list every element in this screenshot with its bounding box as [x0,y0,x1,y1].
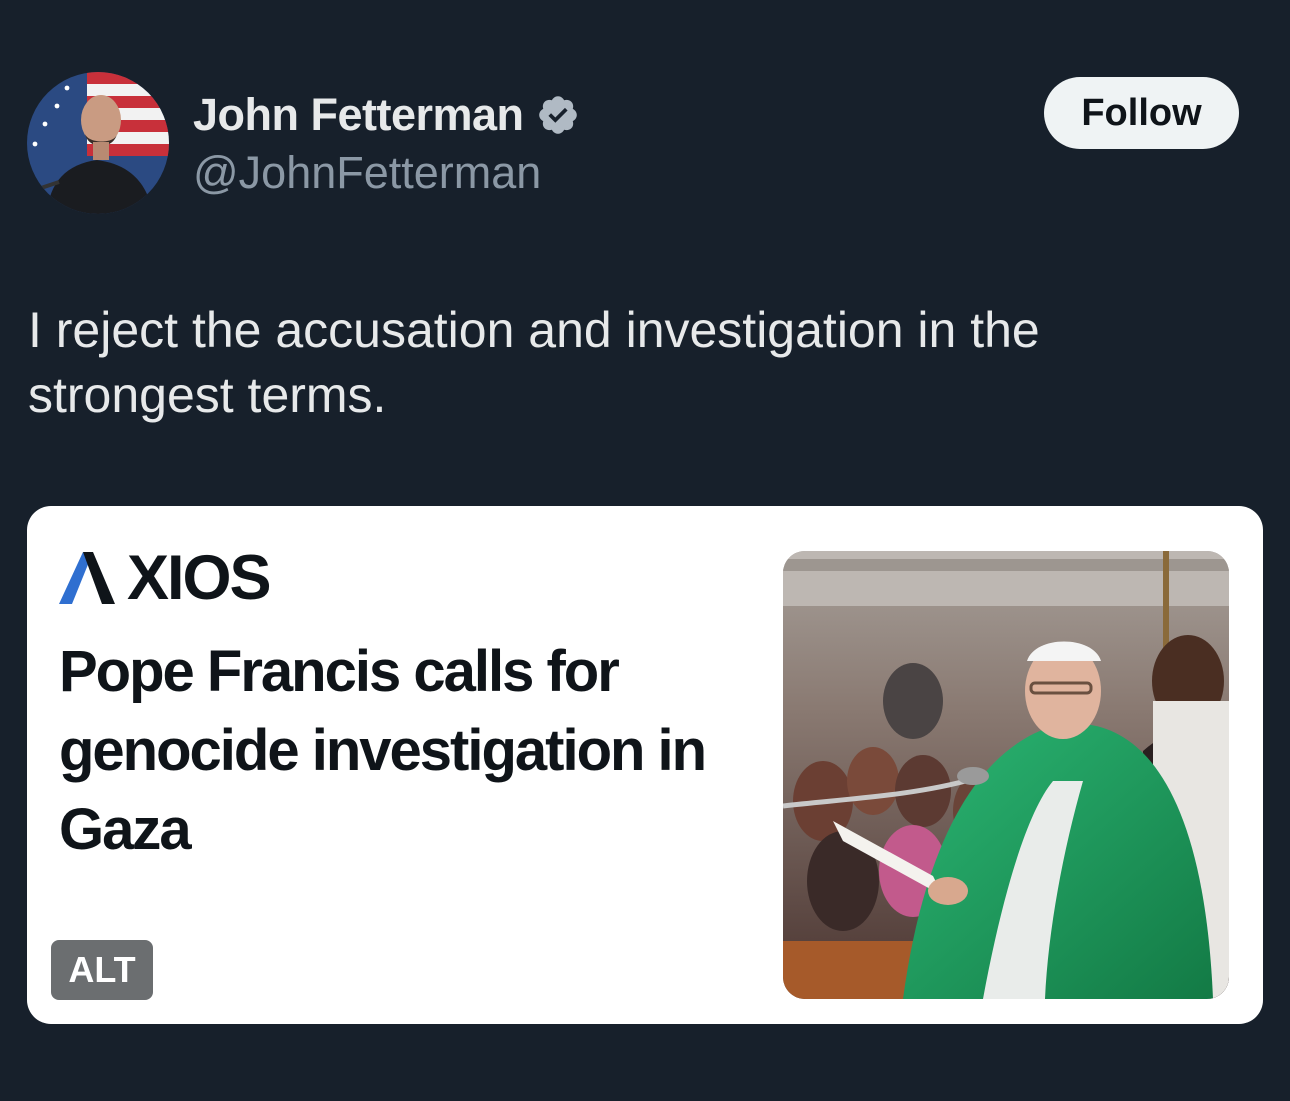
axios-logo-mark [59,552,115,604]
axios-logo: XIOS [59,542,272,613]
author-name-row: John Fetterman [193,88,580,142]
media-card[interactable]: XIOS Pope Francis calls for genocide inv… [27,506,1263,1024]
follow-button[interactable]: Follow [1044,77,1239,149]
verified-badge-icon[interactable] [536,93,580,137]
tweet-text: I reject the accusation and investigatio… [28,302,1040,423]
news-photo [783,551,1229,999]
author-display-name[interactable]: John Fetterman [193,89,524,141]
author-handle[interactable]: @JohnFetterman [193,147,541,199]
article-headline: Pope Francis calls for genocide investig… [59,639,707,862]
alt-badge[interactable]: ALT [51,940,153,1000]
axios-logo-text: XIOS [127,542,272,613]
author-avatar[interactable] [27,72,169,214]
